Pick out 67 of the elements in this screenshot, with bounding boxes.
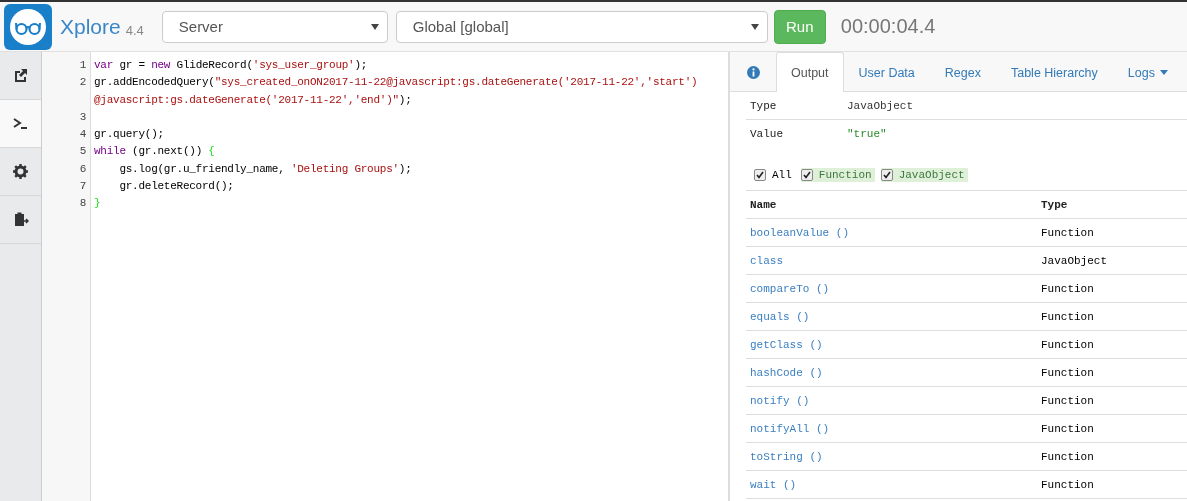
code-line: gs.log(gr.u_friendly_name, 'Deleting Groups');: [118, 162, 412, 175]
member-link[interactable]: toString (): [750, 450, 823, 463]
code-line: while (gr.next()) {: [94, 145, 215, 158]
line-number: 4: [78, 127, 87, 143]
run-button[interactable]: Run: [773, 9, 826, 44]
filter-checkbox[interactable]: [800, 169, 813, 181]
gear-icon: [12, 163, 29, 180]
line-number: 2: [78, 75, 87, 91]
clipboard-icon: [12, 211, 29, 228]
code-line: gr.deleteRecord();: [118, 180, 234, 193]
line-number: 3: [78, 109, 87, 125]
info-icon[interactable]: [746, 65, 760, 79]
code-line: @javascript:gs.dateGenerate('2017-11-22','end')");: [94, 93, 412, 106]
member-link[interactable]: wait (): [750, 478, 797, 491]
caret-icon: [370, 23, 379, 30]
filter-label: All: [772, 169, 792, 181]
line-number: 7: [78, 179, 87, 195]
member-link[interactable]: equals (): [750, 310, 810, 323]
table-cell: Function: [1041, 422, 1094, 435]
line-number: 8: [78, 196, 87, 212]
member-link[interactable]: notify (): [750, 394, 810, 407]
table-cell: JavaObject: [1041, 254, 1107, 267]
output-tab[interactable]: Output: [776, 52, 844, 92]
member-link[interactable]: hashCode (): [750, 366, 823, 379]
property-label: Type: [749, 99, 778, 112]
member-link[interactable]: notifyAll (): [750, 422, 830, 435]
filter-checkbox[interactable]: [754, 169, 766, 181]
member-link[interactable]: compareTo (): [750, 282, 830, 295]
caret-icon: [750, 23, 759, 30]
line-number: 6: [78, 161, 87, 177]
line-number: 1: [78, 58, 87, 73]
caret-icon: [1159, 70, 1168, 75]
code-line: }: [94, 197, 101, 210]
table-cell: Function: [1041, 226, 1094, 239]
elapsed-time: 00:00:04.4: [840, 15, 936, 38]
terminal-icon: [12, 115, 29, 132]
member-link[interactable]: booleanValue (): [750, 226, 850, 239]
filter-checkbox[interactable]: [880, 169, 893, 181]
table-cell: Function: [1041, 450, 1094, 463]
filter-label: Function: [818, 169, 872, 181]
column-header: Name: [749, 198, 778, 211]
table-cell: Function: [1041, 310, 1094, 323]
output-tab[interactable]: User Data: [843, 53, 930, 91]
output-tab[interactable]: Table Hierarchy: [995, 53, 1113, 91]
table-cell: Function: [1041, 478, 1094, 491]
table-cell: Function: [1041, 366, 1094, 379]
member-link[interactable]: getClass (): [750, 338, 823, 351]
output-tab[interactable]: Regex: [929, 53, 996, 91]
code-line: var gr = new GlideRecord('sys_user_group');: [94, 59, 368, 71]
app-name: Xplore: [60, 14, 121, 39]
table-cell: Function: [1041, 394, 1094, 407]
property-label: Value: [749, 127, 784, 140]
code-line: gr.addEncodedQuery("sys_created_onON2017-11-22@javascript:gs.dateGenerate('2017-11-22','start'): [94, 76, 698, 89]
code-line: gr.query();: [94, 128, 164, 141]
property-value: "true": [847, 127, 887, 140]
table-cell: Function: [1041, 282, 1094, 295]
line-number: 5: [78, 144, 87, 160]
app-version: 4.4: [125, 23, 144, 38]
member-link[interactable]: class: [750, 254, 783, 267]
table-cell: Function: [1041, 338, 1094, 351]
output-tab[interactable]: Logs: [1112, 53, 1183, 91]
context-select[interactable]: Server: [161, 10, 388, 43]
scope-select[interactable]: Global [global]: [395, 10, 768, 43]
property-value: JavaObject: [847, 99, 913, 112]
column-header: Type: [1041, 198, 1068, 211]
filter-label: JavaObject: [898, 169, 965, 181]
export-icon: [12, 67, 29, 84]
